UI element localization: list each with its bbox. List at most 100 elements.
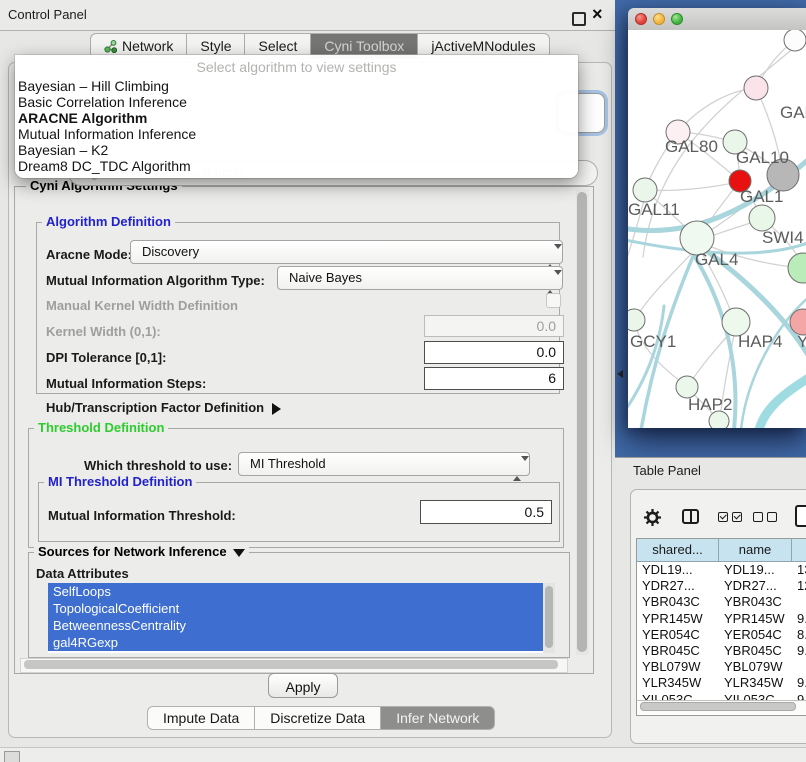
network-node[interactable] xyxy=(784,30,806,51)
mac-zoom-button[interactable] xyxy=(671,13,683,25)
table-cell: YBL079W xyxy=(637,659,719,675)
gear-icon[interactable] xyxy=(643,508,662,527)
aracne-mode-value: Discovery xyxy=(142,244,199,259)
list-scrollbar[interactable] xyxy=(543,583,555,653)
scrollbar-thumb[interactable] xyxy=(545,586,553,648)
scrollbar-thumb[interactable] xyxy=(577,192,587,652)
table-row[interactable]: YDL19...YDL19...13 xyxy=(637,562,806,578)
column-header-shared[interactable]: shared... xyxy=(637,539,719,562)
table-row[interactable]: YBL079WYBL079W xyxy=(637,659,806,675)
checked-box-icon xyxy=(718,512,728,522)
kernel-width-label: Kernel Width (0,1): xyxy=(46,324,161,339)
scrollbar-thumb[interactable] xyxy=(640,702,796,711)
attribute-item-betweennesscentrality[interactable]: BetweennessCentrality xyxy=(48,617,543,634)
kernel-width-field[interactable]: 0.0 xyxy=(424,315,564,337)
network-node[interactable] xyxy=(744,76,768,100)
table-cell: 9. xyxy=(792,643,806,659)
dock-icon[interactable] xyxy=(4,751,20,762)
network-edge[interactable] xyxy=(678,88,756,132)
split-columns-icon[interactable] xyxy=(682,509,699,524)
table-cell: YBR043C xyxy=(637,594,719,610)
node-label-hap4: HAP4 xyxy=(738,332,782,351)
file-icon[interactable] xyxy=(795,505,806,527)
column-header-partial[interactable] xyxy=(792,539,806,562)
table-row[interactable]: YDR27...YDR27...12 xyxy=(637,578,806,594)
mi-type-select[interactable]: Naive Bayes xyxy=(277,266,563,290)
manual-kernel-label: Manual Kernel Width Definition xyxy=(46,298,238,313)
node-label-y: Y xyxy=(797,332,806,351)
attribute-item-gal4rgexp[interactable]: gal4RGexp xyxy=(48,634,543,651)
mi-steps-field[interactable]: 6 xyxy=(424,367,564,390)
collapse-down-icon xyxy=(233,549,245,557)
algorithm-placeholder: Select algorithm to view settings xyxy=(15,55,578,78)
network-canvas[interactable]: GALGAL80GAL10GAL1GAL11SWI4GAL4GCY1HAP4YH… xyxy=(628,30,806,428)
bottom-tab-impute-data[interactable]: Impute Data xyxy=(147,706,255,730)
node-label-gal1: GAL1 xyxy=(740,187,783,206)
table-cell xyxy=(792,594,806,610)
mi-type-label: Mutual Information Algorithm Type: xyxy=(46,273,265,288)
mi-threshold-title: MI Threshold Definition xyxy=(44,475,196,489)
network-edge[interactable] xyxy=(645,182,738,190)
mac-close-button[interactable] xyxy=(635,13,647,25)
table-cell: YBR043C xyxy=(719,594,792,610)
sources-title-text: Sources for Network Inference xyxy=(38,544,227,559)
column-header-name[interactable]: name xyxy=(719,539,792,562)
node-label-gal: GAL xyxy=(780,103,806,122)
network-window-titlebar[interactable] xyxy=(628,8,806,31)
node-label-swi4: SWI4 xyxy=(762,228,804,247)
scrollbar-thumb[interactable] xyxy=(24,660,558,669)
aracne-mode-select[interactable]: Discovery xyxy=(130,240,563,264)
splitpane-handle-icon[interactable] xyxy=(617,370,623,378)
algorithm-list: Bayesian – Hill ClimbingBasic Correlatio… xyxy=(15,78,578,174)
which-threshold-select[interactable]: MI Threshold xyxy=(238,452,530,476)
sources-group-title[interactable]: Sources for Network Inference xyxy=(34,545,249,559)
table-row[interactable]: YLR345WYLR345W9. xyxy=(637,675,806,691)
mi-threshold-field[interactable]: 0.5 xyxy=(420,500,552,524)
table-header-row: shared...name xyxy=(637,539,806,562)
table-row[interactable]: YER054CYER054C8. xyxy=(637,627,806,643)
network-node[interactable] xyxy=(633,178,657,202)
close-icon[interactable]: × xyxy=(592,4,603,25)
threshold-definition-title: Threshold Definition xyxy=(34,421,168,435)
network-node[interactable] xyxy=(788,253,806,283)
table-row[interactable]: YBR043CYBR043C xyxy=(637,594,806,610)
network-node[interactable] xyxy=(628,309,645,331)
table-cell: YBL079W xyxy=(719,659,792,675)
hub-definition-expander[interactable]: Hub/Transcription Factor Definition xyxy=(46,400,281,415)
algorithm-item-bayesian-hill-climbing[interactable]: Bayesian – Hill Climbing xyxy=(15,78,578,94)
network-icon xyxy=(104,40,117,53)
manual-kernel-checkbox[interactable] xyxy=(546,293,561,308)
data-attributes-list[interactable]: SelfLoopsTopologicalCoefficientBetweenne… xyxy=(48,583,555,653)
select-all-columns-icon[interactable] xyxy=(718,512,742,522)
unselect-all-columns-icon[interactable] xyxy=(753,512,777,522)
expand-right-icon xyxy=(272,403,281,415)
network-edge[interactable] xyxy=(759,376,806,428)
attribute-item-selfloops[interactable]: SelfLoops xyxy=(48,583,543,600)
table-row[interactable]: YPR145WYPR145W9. xyxy=(637,611,806,627)
apply-button[interactable]: Apply xyxy=(268,673,338,698)
algorithm-item-dream8-dc-tdc-algorithm[interactable]: Dream8 DC_TDC Algorithm xyxy=(15,158,578,174)
table-row[interactable]: YBR045CYBR045C9. xyxy=(637,643,806,659)
settings-vertical-scrollbar[interactable] xyxy=(576,189,589,655)
dpi-tolerance-field[interactable]: 0.0 xyxy=(424,341,564,364)
panel-title: Control Panel xyxy=(8,7,87,22)
bottom-tab-infer-network[interactable]: Infer Network xyxy=(380,706,495,730)
float-icon[interactable] xyxy=(572,12,586,26)
stepper-arrows-icon xyxy=(546,246,554,259)
table-cell: YDL19... xyxy=(637,562,719,578)
table-cell: YBR045C xyxy=(719,643,792,659)
attribute-item-topologicalcoefficient[interactable]: TopologicalCoefficient xyxy=(48,600,543,617)
table-cell: YDL19... xyxy=(719,562,792,578)
algorithm-item-basic-correlation-inference[interactable]: Basic Correlation Inference xyxy=(15,94,578,110)
algorithm-definition-title: Algorithm Definition xyxy=(42,215,175,229)
table-cell: YLR345W xyxy=(719,675,792,691)
algorithm-item-mutual-information-inference[interactable]: Mutual Information Inference xyxy=(15,126,578,142)
table-cell: YPR145W xyxy=(719,611,792,627)
algorithm-item-bayesian-k2[interactable]: Bayesian – K2 xyxy=(15,142,578,158)
dpi-tolerance-label: DPI Tolerance [0,1]: xyxy=(46,350,166,365)
bottom-tab-discretize-data[interactable]: Discretize Data xyxy=(254,706,381,730)
algorithm-item-aracne-algorithm[interactable]: ARACNE Algorithm xyxy=(15,110,578,126)
table-cell: YBR045C xyxy=(637,643,719,659)
node-table[interactable]: shared...name YDL19...YDL19...13YDR27...… xyxy=(636,538,806,716)
mac-minimize-button[interactable] xyxy=(653,13,665,25)
